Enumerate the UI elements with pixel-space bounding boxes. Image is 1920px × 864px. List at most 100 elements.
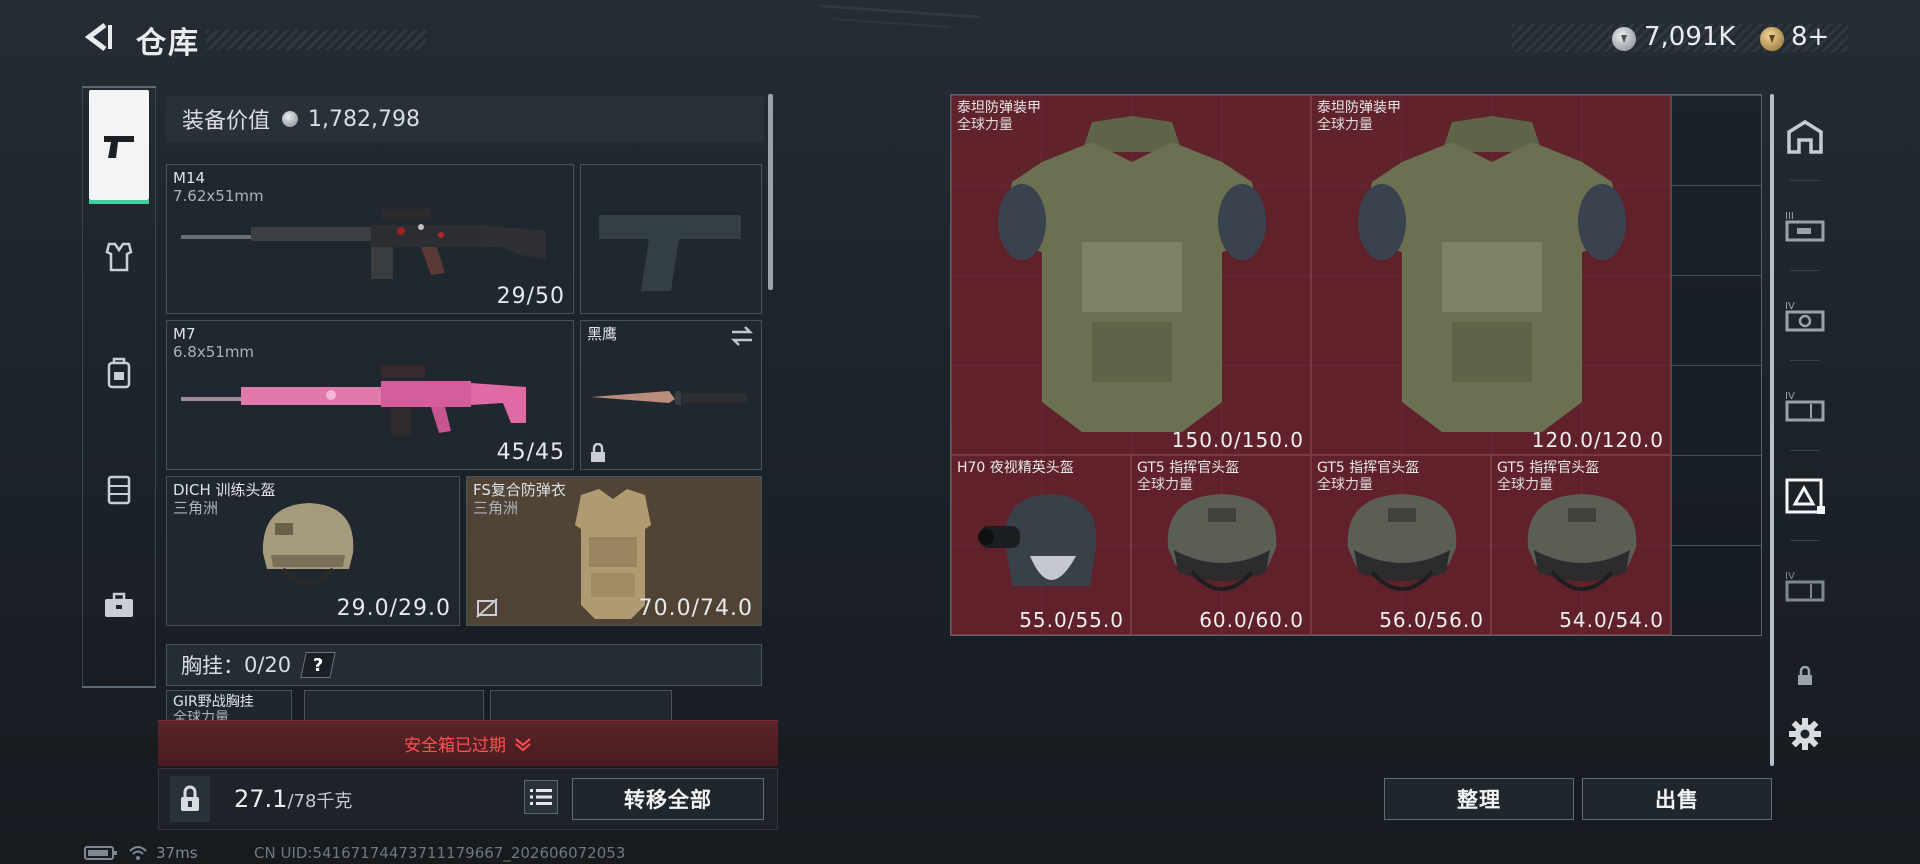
chest-rig-tab[interactable] — [89, 434, 149, 544]
svg-text:IV: IV — [1785, 571, 1795, 582]
storage-page-tab[interactable]: IV — [1780, 276, 1830, 356]
armor-origin: 三角洲 — [473, 499, 519, 517]
gt5-helmet-image — [1347, 494, 1457, 591]
status-bar: 37ms — [84, 844, 198, 862]
loadout-scrollbar[interactable] — [768, 94, 773, 290]
sidearm-slot-empty[interactable] — [580, 164, 762, 314]
backpack-tab[interactable] — [89, 318, 149, 428]
toolbox-tab[interactable] — [89, 550, 149, 660]
ping-value: 37ms — [156, 844, 198, 862]
storage-page-tab-active[interactable] — [1780, 456, 1830, 536]
wifi-icon — [129, 846, 147, 860]
storage-page-icon: III — [1785, 211, 1825, 242]
gear-icon — [1789, 718, 1821, 750]
storage-page-tab[interactable]: IV — [1780, 366, 1830, 446]
storage-item-helmet[interactable]: GT5 指挥官头盔 全球力量 56.0/56.0 — [1311, 455, 1491, 635]
chest-rig-label: 胸挂： — [181, 654, 244, 678]
chest-rig-pocket-slot[interactable] — [490, 690, 672, 722]
helmet-slot[interactable]: DICH 训练头盔 三角洲 29.0/29.0 — [166, 476, 460, 626]
carry-weight-max: /78千克 — [287, 791, 353, 812]
back-button[interactable] — [82, 20, 116, 54]
nav-separator — [1790, 360, 1820, 361]
storage-home-tab[interactable] — [1780, 96, 1830, 176]
titan-armor-image — [1358, 116, 1626, 432]
storage-scrollbar[interactable] — [1770, 94, 1774, 766]
help-icon: ? — [312, 654, 324, 676]
transfer-all-button[interactable]: 转移全部 — [572, 778, 764, 820]
helmet-durability: 29.0/29.0 — [336, 596, 451, 621]
tabbar-top-line — [82, 86, 156, 88]
list-view-button[interactable] — [524, 780, 558, 814]
silver-coin-icon — [1612, 27, 1636, 51]
chest-rig-help-button[interactable]: ? — [300, 652, 336, 678]
secondary-weapon-slot[interactable]: M7 6.8x51mm 45/45 — [166, 320, 574, 470]
storage-page-icon: IV — [1785, 301, 1825, 332]
settings-button[interactable] — [1780, 694, 1830, 774]
safebox-button[interactable] — [170, 776, 210, 822]
storage-item-helmet[interactable]: H70 夜视精英头盔 55.0/55.0 — [951, 455, 1131, 635]
melee-slot[interactable]: 黑鹰 — [580, 320, 762, 470]
sort-button[interactable]: 整理 — [1384, 778, 1574, 820]
gt5-helmet-image — [1167, 494, 1277, 591]
helmet-origin: 三角洲 — [173, 499, 219, 517]
tabbar-bottom-line — [82, 686, 156, 688]
background-streak — [820, 4, 980, 19]
svg-text:IV: IV — [1785, 391, 1795, 402]
chest-rig-capacity-bar: 胸挂： 0/20 ? — [166, 644, 762, 686]
weapon-ammo: 29/50 — [496, 284, 565, 309]
item-name: GT5 指挥官头盔 — [1317, 460, 1420, 476]
item-durability: 54.0/54.0 — [1559, 608, 1664, 632]
primary-weapon-slot[interactable]: M14 7.62x51mm 29/50 — [166, 164, 574, 314]
nav-separator — [1790, 540, 1820, 541]
sell-button[interactable]: 出售 — [1582, 778, 1772, 820]
storage-page-tab[interactable]: III — [1780, 186, 1830, 266]
item-durability: 150.0/150.0 — [1171, 428, 1304, 452]
container-nav: III IV IV IV — [1780, 94, 1830, 774]
gold-coin-icon — [1760, 27, 1784, 51]
weapon-tab[interactable] — [89, 90, 149, 204]
nav-separator — [1790, 270, 1820, 271]
equipment-value-bar: 装备价值 1,782,798 — [166, 96, 764, 142]
item-durability: 55.0/55.0 — [1019, 608, 1124, 632]
item-name: H70 夜视精英头盔 — [957, 460, 1074, 476]
chest-rig-item-slot[interactable]: GIR野战胸挂 全球力量 — [166, 690, 292, 722]
chest-rig-pocket-slot[interactable] — [304, 690, 484, 722]
storage-page-tab[interactable]: IV — [1780, 546, 1830, 626]
chest-rig-capacity: 0/20 — [244, 653, 292, 677]
gold-currency-value: 8+ — [1791, 22, 1830, 52]
warehouse-icon — [1787, 119, 1823, 154]
background-streak — [830, 17, 950, 29]
weapon-name: M7 — [173, 325, 196, 343]
armor-vest-icon — [105, 242, 133, 272]
weapon-name: M14 — [173, 169, 206, 187]
night-vision-helmet-image — [978, 494, 1097, 586]
carry-weight: 27.1/78千克 — [234, 785, 352, 813]
storage-item-armor[interactable]: 泰坦防弹装甲 全球力量 120.0/120.0 — [1311, 95, 1671, 455]
item-durability: 60.0/60.0 — [1199, 608, 1304, 632]
padlock-icon — [181, 785, 199, 811]
gt5-helmet-image — [1527, 494, 1637, 591]
equipment-value: 1,782,798 — [308, 106, 420, 132]
body-armor-slot[interactable]: FS复合防弹衣 三角洲 70.0/74.0 — [466, 476, 762, 626]
storage-item-armor[interactable]: 泰坦防弹装甲 全球力量 150.0/150.0 — [951, 95, 1311, 455]
toolbox-icon — [105, 592, 133, 617]
storage-page-icon — [1785, 478, 1825, 514]
armor-vest-tab[interactable] — [89, 202, 149, 312]
weapon-ammo: 45/45 — [496, 440, 565, 465]
m14-rifle-image — [181, 209, 546, 279]
swap-icon[interactable] — [729, 325, 755, 347]
storage-item-helmet[interactable]: GT5 指挥官头盔 全球力量 60.0/60.0 — [1131, 455, 1311, 635]
silver-currency-value: 7,091K — [1644, 22, 1736, 52]
pistol-icon — [104, 136, 134, 158]
storage-item-helmet[interactable]: GT5 指挥官头盔 全球力量 54.0/54.0 — [1491, 455, 1671, 635]
nav-separator — [1790, 450, 1820, 451]
helmet-image — [262, 503, 354, 585]
safebox-expired-banner[interactable]: 安全箱已过期 — [158, 720, 778, 766]
armor-durability: 70.0/74.0 — [638, 596, 753, 621]
carry-weight-value: 27.1 — [234, 785, 288, 813]
equipment-value-label: 装备价值 — [182, 109, 271, 134]
lock-icon — [1798, 666, 1812, 685]
loadout-category-tabs — [82, 86, 156, 688]
back-arrow-icon — [84, 23, 112, 51]
chest-rig-icon — [107, 475, 131, 505]
